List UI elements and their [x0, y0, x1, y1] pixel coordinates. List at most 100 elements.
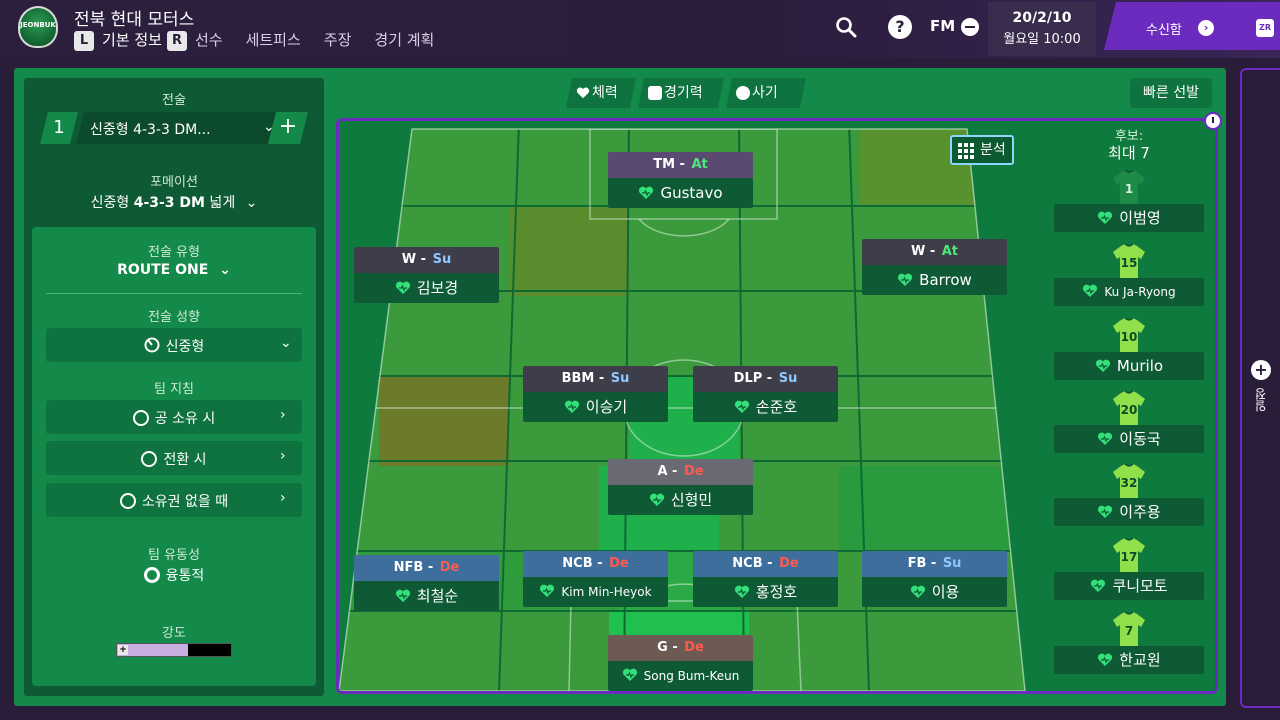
mentality-dropdown[interactable]: 신중형 ⌄ [46, 328, 302, 362]
player-name: 최철순 [416, 587, 459, 605]
player-role[interactable]: NCB - De [693, 551, 838, 577]
player-card[interactable]: DLP - Su 손준호 [693, 366, 838, 422]
out-of-possession-button[interactable]: 소유권 없을 때 › [46, 483, 302, 517]
inbox-continue-button[interactable]: 수신함 › ZR [1104, 2, 1280, 50]
chevron-right-icon: › [280, 448, 286, 464]
player-card[interactable]: A - De 신형민 [608, 459, 753, 515]
chevron-down-icon: ⌄ [280, 335, 292, 351]
player-role[interactable]: BBM - Su [523, 366, 668, 392]
player-name-row[interactable]: Kim Min-Heyok [523, 577, 668, 607]
player-card[interactable]: NCB - De 홍정호 [693, 551, 838, 607]
formation-heading: 포메이션 [150, 175, 198, 190]
heart-icon [576, 86, 590, 100]
sub-player-card[interactable]: 15 Ku Ja-Ryong [1054, 244, 1204, 308]
clock-icon[interactable] [1204, 112, 1222, 130]
tab-overview[interactable]: 기본 정보 [102, 29, 162, 50]
ball-icon [132, 410, 149, 426]
heart-icon [910, 585, 925, 598]
fm-menu-label[interactable]: FM [930, 17, 955, 35]
tab-match-sharpness[interactable]: 경기력 [638, 78, 724, 108]
heart-icon [395, 589, 410, 602]
team-instructions-heading: 팀 지침 [153, 382, 194, 397]
player-role[interactable]: FB - Su [862, 551, 1007, 577]
duty-code: Su [432, 252, 452, 267]
sub-name-row[interactable]: 한교원 [1054, 646, 1204, 674]
sub-player-name: 이주용 [1119, 503, 1161, 521]
player-name-row[interactable]: 홍정호 [693, 577, 838, 607]
player-card[interactable]: NFB - De 최철순 [354, 555, 499, 611]
in-possession-button[interactable]: 공 소유 시 › [46, 400, 302, 434]
minus-icon[interactable] [961, 18, 979, 36]
player-name-row[interactable]: 손준호 [693, 392, 838, 422]
schedule-tab-label: 일정 [1254, 388, 1268, 412]
player-card[interactable]: W - Su 김보경 [354, 247, 499, 303]
player-name-row[interactable]: 이승기 [523, 392, 668, 422]
player-name-row[interactable]: Barrow [862, 265, 1007, 295]
duty-code: De [609, 556, 629, 571]
duty-code: Su [942, 556, 962, 571]
sub-name-row[interactable]: Ku Ja-Ryong [1054, 278, 1204, 306]
sub-name-row[interactable]: 쿠니모토 [1054, 572, 1204, 600]
sub-player-card[interactable]: 17 쿠니모토 [1054, 538, 1204, 602]
club-logo[interactable]: JEONBUK [18, 6, 58, 48]
player-name-row[interactable]: 신형민 [608, 485, 753, 515]
player-name-row[interactable]: Gustavo [608, 178, 753, 208]
player-card[interactable]: BBM - Su 이승기 [523, 366, 668, 422]
sub-player-name: 이범영 [1119, 209, 1161, 227]
player-role[interactable]: G - De [608, 635, 753, 661]
schedule-side-tab[interactable]: + 일정 [1240, 68, 1280, 708]
in-transition-button[interactable]: 전환 시 › [46, 441, 302, 475]
player-role[interactable]: W - At [862, 239, 1007, 265]
formation-dropdown[interactable]: 신중형 4-3-3 DM 넓게 ⌄ [24, 192, 324, 212]
player-name: 손준호 [755, 398, 798, 416]
player-card[interactable]: W - At Barrow [862, 239, 1007, 295]
tab-captains[interactable]: 주장 [324, 29, 352, 50]
sub-name-row[interactable]: 이주용 [1054, 498, 1204, 526]
sub-player-card[interactable]: 1 이범영 [1054, 170, 1204, 234]
sub-player-card[interactable]: 32 이주용 [1054, 464, 1204, 528]
heart-icon [734, 585, 749, 598]
heart-icon [1091, 579, 1106, 592]
player-role[interactable]: A - De [608, 459, 753, 485]
player-role[interactable]: NFB - De [354, 555, 499, 581]
help-icon[interactable]: ? [888, 15, 912, 39]
sub-player-card[interactable]: 7 한교원 [1054, 612, 1204, 676]
player-name-row[interactable]: 최철순 [354, 581, 499, 611]
sub-name-row[interactable]: 이범영 [1054, 204, 1204, 232]
player-name-row[interactable]: 김보경 [354, 273, 499, 303]
sub-player-card[interactable]: 10 Murilo [1054, 318, 1204, 382]
tactical-style-box: 전술 유형 ROUTE ONE ⌄ 전술 성향 신중형 ⌄ 팀 지침 공 소유 … [32, 227, 316, 686]
tactic-dropdown[interactable]: 신중형 4-3-3 DM... ⌄ [76, 112, 288, 144]
tab-set-pieces[interactable]: 세트피스 [246, 29, 301, 50]
analysis-button[interactable]: 분석 [950, 135, 1014, 165]
tab-players[interactable]: 선수 [195, 29, 223, 50]
player-card[interactable]: G - De Song Bum-Keun [608, 635, 753, 691]
player-role[interactable]: W - Su [354, 247, 499, 273]
tab-morale[interactable]: 사기 [726, 78, 806, 108]
heart-icon [540, 584, 555, 597]
player-card[interactable]: FB - Su 이용 [862, 551, 1007, 607]
tab-condition[interactable]: 체력 [566, 78, 636, 108]
player-card[interactable]: TM - At Gustavo [608, 152, 753, 208]
quick-pick-button[interactable]: 빠른 선발 [1130, 78, 1212, 108]
player-role[interactable]: TM - At [608, 152, 753, 178]
player-name-row[interactable]: 이용 [862, 577, 1007, 607]
role-code: A - [657, 464, 682, 479]
player-role[interactable]: NCB - De [523, 551, 668, 577]
sub-name-row[interactable]: Murilo [1054, 352, 1204, 380]
style-dropdown[interactable]: ROUTE ONE ⌄ [32, 262, 316, 278]
player-card[interactable]: NCB - De Kim Min-Heyok [523, 551, 668, 607]
player-name-row[interactable]: Song Bum-Keun [608, 661, 753, 691]
zr-button-hint: ZR [1256, 19, 1274, 37]
tab-match-plans[interactable]: 경기 계획 [374, 29, 434, 50]
shirt-icon: 7 [1113, 612, 1145, 646]
sub-player-card[interactable]: 20 이동국 [1054, 391, 1204, 455]
date-display[interactable]: 20/2/10 월요일 10:00 [988, 2, 1096, 56]
tactic-slot-number[interactable]: 1 [40, 112, 78, 144]
player-role[interactable]: DLP - Su [693, 366, 838, 392]
team-fluidity-value: 융통적 [165, 568, 205, 584]
intensity-bar[interactable]: + [116, 643, 232, 657]
sub-name-row[interactable]: 이동국 [1054, 425, 1204, 453]
search-icon[interactable] [834, 15, 858, 39]
shirt-number: 10 [1121, 330, 1138, 344]
